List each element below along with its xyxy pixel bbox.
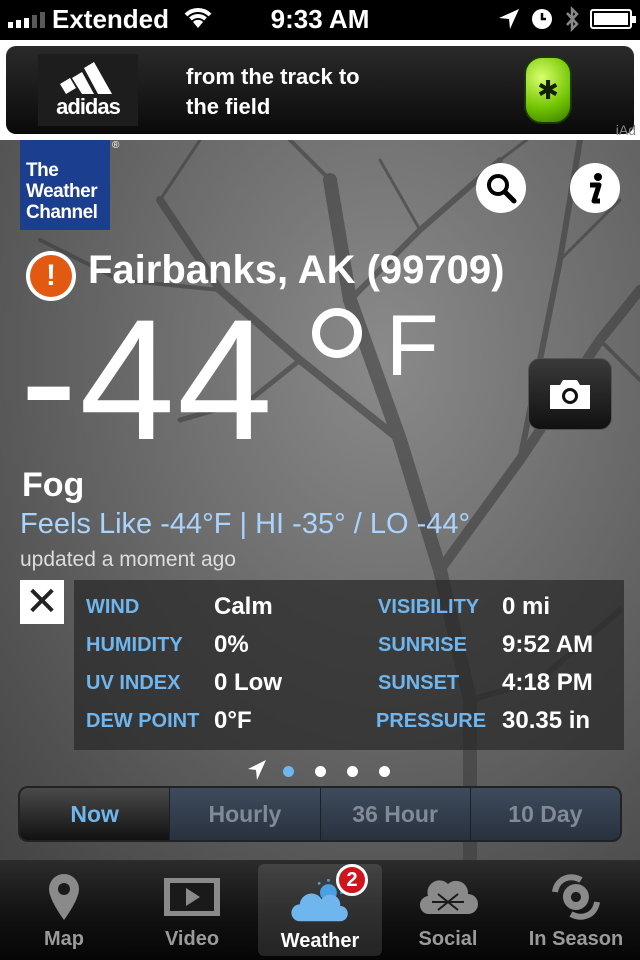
tab-label: Social: [418, 928, 478, 950]
camera-icon: [550, 380, 590, 409]
detail-value: Calm: [214, 593, 273, 620]
logo-line2: Weather: [26, 181, 98, 202]
info-button[interactable]: [570, 163, 620, 213]
detail-value: 0°F: [214, 707, 252, 734]
page-dot[interactable]: [379, 766, 390, 777]
social-icon: [416, 870, 480, 924]
page-dot[interactable]: [347, 766, 358, 777]
video-icon: [160, 870, 224, 924]
notification-badge: 2: [336, 864, 368, 896]
detail-label: WIND: [86, 596, 140, 618]
tab-label: Weather: [280, 930, 360, 952]
current-temperature: -44: [20, 284, 275, 476]
details-row: WIND Calm VISIBILITY 0 mi: [74, 590, 624, 628]
detail-value: 0 mi: [502, 593, 551, 620]
page-dot-active[interactable]: [283, 766, 294, 777]
tab-label: In Season: [528, 928, 624, 950]
weather-main: The Weather Channel ® ! Fairbanks, AK (9…: [0, 140, 640, 860]
page-indicator[interactable]: [0, 758, 640, 782]
segment-hourly[interactable]: Hourly: [169, 788, 320, 840]
adidas-logo: adidas: [38, 54, 138, 126]
details-row: DEW POINT 0°F PRESSURE 30.35 in: [74, 704, 624, 742]
segment-36-hour[interactable]: 36 Hour: [319, 788, 470, 840]
temperature-unit: F: [386, 298, 439, 394]
ad-headline-line1: from the track to: [186, 64, 360, 89]
detail-value: 9:52 AM: [502, 631, 594, 658]
location-arrow-icon: [499, 9, 519, 29]
detail-value: 0 Low: [214, 669, 283, 696]
tab-in-season[interactable]: In Season: [512, 860, 640, 960]
tab-label: Map: [44, 928, 84, 950]
detail-label: HUMIDITY: [86, 634, 183, 656]
tab-social[interactable]: Social: [384, 860, 512, 960]
ad-product-image: ✱: [524, 56, 572, 124]
detail-label: VISIBILITY: [378, 596, 480, 618]
degree-symbol: [312, 308, 362, 358]
detail-label: SUNRISE: [378, 634, 467, 656]
map-pin-icon: [32, 870, 96, 924]
iad-label: iAd: [615, 122, 636, 138]
details-panel: WIND Calm VISIBILITY 0 mi HUMIDITY 0% SU…: [74, 580, 624, 750]
ad-brand: adidas: [56, 94, 121, 119]
weather-condition: Fog: [22, 466, 85, 504]
status-bar: Extended 9:33 AM: [0, 0, 640, 40]
ad-banner[interactable]: adidas from the track to the field ✱ iAd: [0, 40, 640, 140]
segment-now[interactable]: Now: [20, 788, 170, 840]
forecast-segmented-control: Now Hourly 36 Hour 10 Day: [18, 786, 622, 842]
tab-label: Video: [164, 928, 220, 950]
location-arrow-icon: [248, 760, 266, 780]
tab-video[interactable]: Video: [128, 860, 256, 960]
details-row: UV INDEX 0 Low SUNSET 4:18 PM: [74, 666, 624, 704]
ad-content[interactable]: adidas from the track to the field ✱: [6, 46, 634, 134]
close-icon: ✕: [25, 580, 59, 624]
adidas-stripes-icon: [60, 62, 112, 94]
info-icon: [590, 173, 602, 204]
detail-value: 30.35 in: [502, 707, 591, 734]
detail-value: 0%: [214, 631, 249, 658]
tab-map[interactable]: Map: [0, 860, 128, 960]
camera-button[interactable]: [528, 358, 612, 430]
detail-label: PRESSURE: [376, 710, 487, 732]
page-dot[interactable]: [315, 766, 326, 777]
battery-icon: [590, 9, 636, 29]
bluetooth-icon: [566, 6, 579, 32]
detail-label: UV INDEX: [86, 672, 181, 694]
details-row: HUMIDITY 0% SUNRISE 9:52 AM: [74, 628, 624, 666]
weather-channel-logo: The Weather Channel: [20, 140, 110, 230]
tab-weather[interactable]: 2 Weather: [258, 864, 382, 956]
status-icons: [498, 6, 636, 32]
alarm-clock-icon: [532, 9, 552, 29]
logo-line3: Channel: [26, 202, 98, 223]
close-details-button[interactable]: ✕: [20, 580, 64, 624]
ad-headline-line2: the field: [186, 94, 271, 119]
detail-value: 4:18 PM: [502, 669, 593, 696]
updated-text: updated a moment ago: [20, 548, 236, 571]
feels-like-text: Feels Like -44°F | HI -35° / LO -44°: [20, 508, 471, 540]
registered-mark: ®: [112, 140, 120, 151]
hurricane-icon: [544, 870, 608, 924]
logo-line1: The: [26, 160, 59, 181]
search-icon: [487, 174, 517, 204]
detail-label: DEW POINT: [86, 710, 200, 732]
ad-headline: from the track to the field: [186, 62, 360, 122]
detail-label: SUNSET: [378, 672, 460, 694]
tab-bar: Map Video 2 Weather Social In Season: [0, 860, 640, 960]
segment-10-day[interactable]: 10 Day: [469, 788, 620, 840]
search-button[interactable]: [476, 163, 526, 213]
